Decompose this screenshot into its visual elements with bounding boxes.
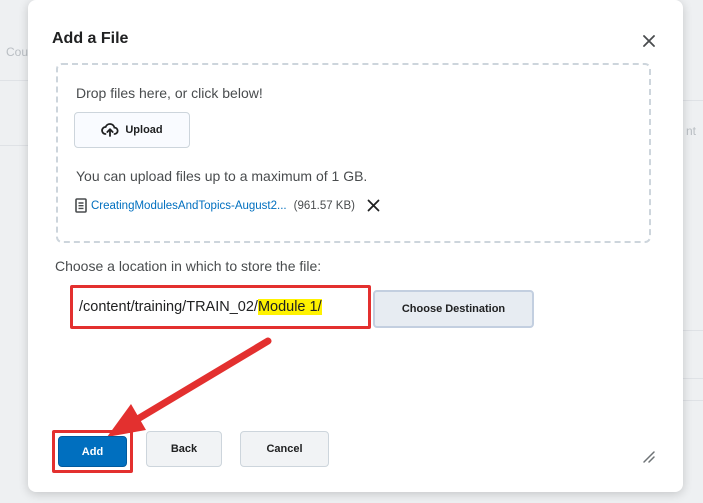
bg-divider: [683, 400, 703, 401]
dropzone-instructions: Drop files here, or click below!: [76, 85, 263, 101]
resize-handle-icon[interactable]: [642, 450, 656, 464]
add-button-annotation: Add: [52, 430, 133, 473]
bg-divider: [683, 378, 703, 379]
remove-icon: [367, 199, 380, 212]
close-button[interactable]: [638, 30, 660, 52]
attached-file: CreatingModulesAndTopics-August2... (961…: [75, 198, 380, 213]
cancel-button[interactable]: Cancel: [240, 431, 329, 467]
upload-limit-text: You can upload files up to a maximum of …: [76, 168, 368, 184]
document-icon: [75, 198, 87, 213]
remove-file-button[interactable]: [367, 199, 380, 212]
add-button[interactable]: Add: [58, 436, 127, 467]
bg-right-text: nt: [686, 124, 697, 138]
bg-divider: [683, 100, 703, 101]
bg-divider: [0, 145, 28, 146]
path-prefix: /content/training/TRAIN_02/: [79, 299, 258, 315]
dialog-title: Add a File: [52, 30, 129, 47]
bg-divider: [0, 80, 28, 81]
file-dropzone[interactable]: Drop files here, or click below! Upload …: [56, 63, 651, 243]
upload-button[interactable]: Upload: [74, 112, 190, 148]
add-file-dialog: Add a File Drop files here, or click bel…: [28, 0, 683, 492]
bg-divider: [683, 330, 703, 331]
cloud-upload-icon: [101, 123, 119, 137]
location-label: Choose a location in which to store the …: [55, 258, 322, 274]
choose-destination-button[interactable]: Choose Destination: [373, 290, 534, 328]
upload-label: Upload: [125, 124, 163, 136]
file-size: (961.57 KB): [293, 199, 355, 212]
file-name-link[interactable]: CreatingModulesAndTopics-August2...: [91, 200, 287, 212]
close-icon: [643, 35, 655, 47]
path-highlight: Module 1/: [257, 299, 322, 315]
back-button[interactable]: Back: [146, 431, 222, 467]
destination-path: /content/training/TRAIN_02/Module 1/: [70, 285, 371, 329]
bg-left-text: Cou: [6, 45, 29, 59]
